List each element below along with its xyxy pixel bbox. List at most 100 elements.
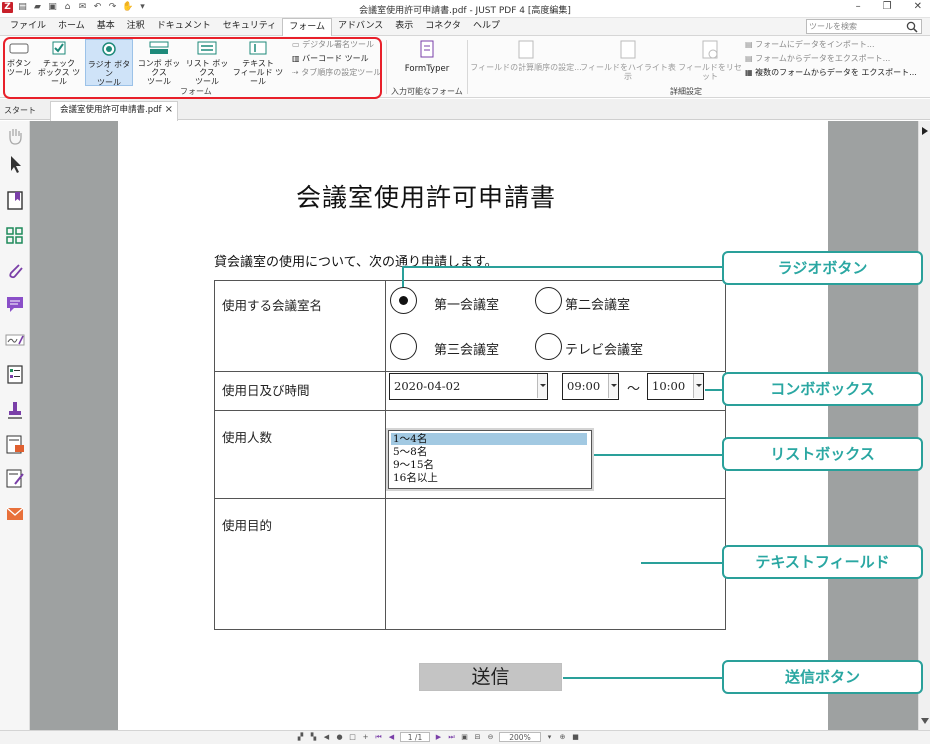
- select-arrow-icon[interactable]: [4, 153, 26, 175]
- highlight-fields-icon: [580, 39, 676, 61]
- tab-start[interactable]: スタート: [4, 105, 36, 116]
- radio-room-4-label: テレビ会議室: [565, 343, 644, 358]
- first-page-icon[interactable]: ⏮: [374, 733, 383, 742]
- zoom-out-icon[interactable]: ⊖: [486, 733, 495, 742]
- calc-order-tool[interactable]: フィールドの計算順序の設定...: [470, 39, 582, 72]
- callout-radio-button: ラジオボタン: [722, 251, 923, 285]
- single-page-icon[interactable]: □: [348, 733, 357, 742]
- prev-page-icon[interactable]: ◀: [387, 733, 396, 742]
- radio-room-4[interactable]: [535, 333, 562, 360]
- scroll-down-arrow-icon[interactable]: [921, 717, 929, 725]
- time-to-combo[interactable]: 10:00: [647, 373, 704, 400]
- attachment-icon[interactable]: [4, 259, 26, 281]
- people-list-box[interactable]: 1～4名 5～8名 9～15名 16名以上: [388, 430, 592, 489]
- menu-connector[interactable]: コネクタ: [419, 18, 467, 36]
- next-page-icon[interactable]: ▶: [434, 733, 443, 742]
- fit-page-icon[interactable]: ▞: [296, 733, 305, 742]
- calc-order-label: フィールドの計算順序の設定...: [470, 63, 582, 72]
- signature-panel-icon[interactable]: [4, 329, 26, 351]
- checklist-icon[interactable]: [4, 363, 26, 385]
- time-from-dropdown-button[interactable]: [608, 374, 618, 398]
- window-controls: – ❐ ✕: [856, 1, 922, 12]
- time-from-combo[interactable]: 09:00: [562, 373, 619, 400]
- fit-icon[interactable]: ⊟: [473, 733, 482, 742]
- import-data-tool[interactable]: ▤ フォームにデータをインポート...: [745, 39, 875, 50]
- highlight-fields-tool[interactable]: フィールドをハイライト表示: [580, 39, 676, 81]
- close-window-icon[interactable]: ✕: [914, 1, 922, 12]
- menu-basic[interactable]: 基本: [91, 18, 121, 36]
- menu-home[interactable]: ホーム: [52, 18, 91, 36]
- tool-search-input[interactable]: ツールを検索: [806, 19, 922, 34]
- tab-document[interactable]: 会議室使用許可申請書.pdf ×: [50, 101, 178, 121]
- callout-text-field: テキストフィールド: [722, 545, 923, 579]
- time-to-dropdown-button[interactable]: [693, 374, 703, 398]
- thumbnails-icon[interactable]: [4, 225, 26, 247]
- menu-file[interactable]: ファイル: [4, 18, 52, 36]
- menu-document[interactable]: ドキュメント: [151, 18, 217, 36]
- list-item[interactable]: 16名以上: [391, 472, 587, 484]
- time-to-value: 10:00: [652, 379, 686, 393]
- fit-width-icon[interactable]: ▚: [309, 733, 318, 742]
- back-icon[interactable]: ◀: [322, 733, 331, 742]
- restore-icon[interactable]: ❐: [883, 1, 892, 12]
- forward-icon[interactable]: ●: [335, 733, 344, 742]
- radio-room-1[interactable]: [390, 287, 417, 314]
- people-label: 使用人数: [222, 430, 273, 445]
- minimize-icon[interactable]: –: [856, 1, 861, 12]
- add-icon[interactable]: +: [361, 733, 370, 742]
- date-combo[interactable]: 2020-04-02: [389, 373, 548, 400]
- reset-fields-tool[interactable]: フィールドをリセット: [676, 39, 744, 81]
- menu-form[interactable]: フォーム: [282, 18, 332, 36]
- vertical-scrollbar[interactable]: [918, 121, 930, 730]
- zoom-level-field[interactable]: 200%: [499, 732, 541, 742]
- radio-selected-dot: [399, 296, 408, 305]
- table-row-divider: [215, 498, 725, 499]
- callout-line-list: [594, 454, 723, 456]
- date-dropdown-button[interactable]: [537, 374, 547, 398]
- search-icon[interactable]: [906, 21, 918, 33]
- menu-help[interactable]: ヘルプ: [467, 18, 506, 36]
- form-tools-highlight-box: [3, 37, 382, 99]
- list-item[interactable]: 5～8名: [391, 446, 587, 458]
- radio-room-2[interactable]: [535, 287, 562, 314]
- hand-icon[interactable]: [4, 125, 26, 147]
- formtyper-tool[interactable]: FormTyper: [400, 39, 454, 74]
- title-bar: Z ▤ ▰ ▣ ⌂ ✉ ↶ ↷ ✋ ▾ 会議室使用許可申請書.pdf - JUS…: [0, 0, 930, 18]
- import-data-label: フォームにデータをインポート...: [755, 40, 875, 49]
- zoom-in-icon[interactable]: ⊕: [558, 733, 567, 742]
- scroll-right-arrow-icon[interactable]: [921, 127, 929, 135]
- calc-order-icon: [470, 39, 582, 61]
- menu-bar: ファイル ホーム 基本 注釈 ドキュメント セキュリティ フォーム アドバンス …: [0, 18, 930, 36]
- highlight-fields-label: フィールドをハイライト表示: [580, 63, 676, 81]
- menu-security[interactable]: セキュリティ: [217, 18, 282, 36]
- edit-document-icon[interactable]: [4, 467, 26, 489]
- export-multiple-tool[interactable]: ▦ 複数のフォームからデータを エクスポート...: [745, 67, 917, 78]
- last-page-icon[interactable]: ⏭: [447, 733, 456, 742]
- list-item[interactable]: 1～4名: [391, 433, 587, 445]
- list-item[interactable]: 9～15名: [391, 459, 587, 471]
- page-navigation: ▞ ▚ ◀ ● □ + ⏮ ◀ 1 /1 ▶ ⏭ ▣ ⊟ ⊖ 200% ▾ ⊕ …: [296, 732, 580, 742]
- window-title: 会議室使用許可申請書.pdf - JUST PDF 4 [高度編集]: [359, 6, 571, 16]
- menu-annotation[interactable]: 注釈: [121, 18, 151, 36]
- export-data-tool[interactable]: ▤ フォームからデータをエクスポート...: [745, 53, 890, 64]
- fullscreen-icon[interactable]: ■: [571, 733, 580, 742]
- close-tab-icon[interactable]: ×: [165, 102, 173, 118]
- zoom-dropdown-icon[interactable]: ▾: [545, 733, 554, 742]
- callout-line-submit: [563, 677, 723, 679]
- form-data-icon[interactable]: [4, 433, 26, 455]
- copy-page-icon[interactable]: ▣: [460, 733, 469, 742]
- chevron-down-icon: [696, 384, 702, 387]
- stamp-icon[interactable]: [4, 399, 26, 421]
- menu-view[interactable]: 表示: [389, 18, 419, 36]
- export-multiple-label: 複数のフォームからデータを エクスポート...: [755, 68, 917, 77]
- bookmark-icon[interactable]: [4, 189, 26, 211]
- page-number-field[interactable]: 1 /1: [400, 732, 430, 742]
- submit-button[interactable]: 送信: [419, 663, 562, 691]
- export-multiple-icon: ▦: [745, 68, 756, 77]
- comment-icon[interactable]: [4, 293, 26, 315]
- menu-advance[interactable]: アドバンス: [332, 18, 389, 36]
- radio-room-3[interactable]: [390, 333, 417, 360]
- table-column-divider: [385, 281, 386, 629]
- mail-panel-icon[interactable]: [4, 503, 26, 525]
- time-range-separator: ～: [627, 382, 641, 397]
